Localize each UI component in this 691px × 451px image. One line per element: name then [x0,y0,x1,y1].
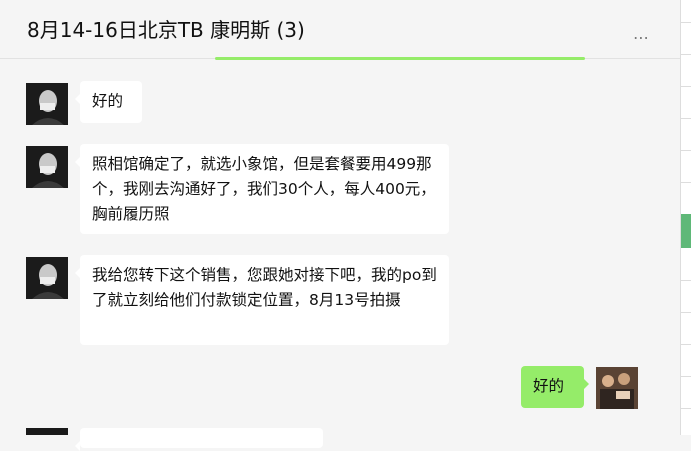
chat-title: 8月14-16日北京TB 康明斯 (3) [27,18,305,42]
avatar-portrait-icon [26,257,68,299]
minimize-icon[interactable]: ─ [525,0,533,5]
chat-header: 8月14-16日北京TB 康明斯 (3) ─ ✕ ⋯ [0,0,680,59]
unread-indicator [215,57,585,60]
avatar[interactable] [26,428,68,435]
message-bubble[interactable]: 好的 [75,81,142,123]
message-bubble[interactable] [75,428,323,451]
message-bubble[interactable]: 照相馆确定了，就选小象馆，但是套餐要用499那个，我刚去沟通好了，我们30个人，… [75,144,449,234]
chat-window: 8月14-16日北京TB 康明斯 (3) ─ ✕ ⋯ 好的 照相馆确定了，就选小… [0,0,680,451]
side-panel [680,0,691,435]
avatar[interactable] [26,146,68,188]
message-bubble-self[interactable]: 好的 [521,366,589,408]
avatar[interactable] [26,83,68,125]
close-icon[interactable]: ✕ [652,0,664,5]
avatar-portrait-icon [26,146,68,188]
avatar[interactable] [26,257,68,299]
avatar-group-photo-icon [596,367,638,409]
message-bubble[interactable]: 我给您转下这个销售，您跟她对接下吧，我的po到了就立刻给他们付款锁定位置，8月1… [75,255,449,345]
avatar-self[interactable] [596,367,638,409]
more-options-icon[interactable]: ⋯ [633,28,650,47]
avatar-portrait-icon [26,83,68,125]
